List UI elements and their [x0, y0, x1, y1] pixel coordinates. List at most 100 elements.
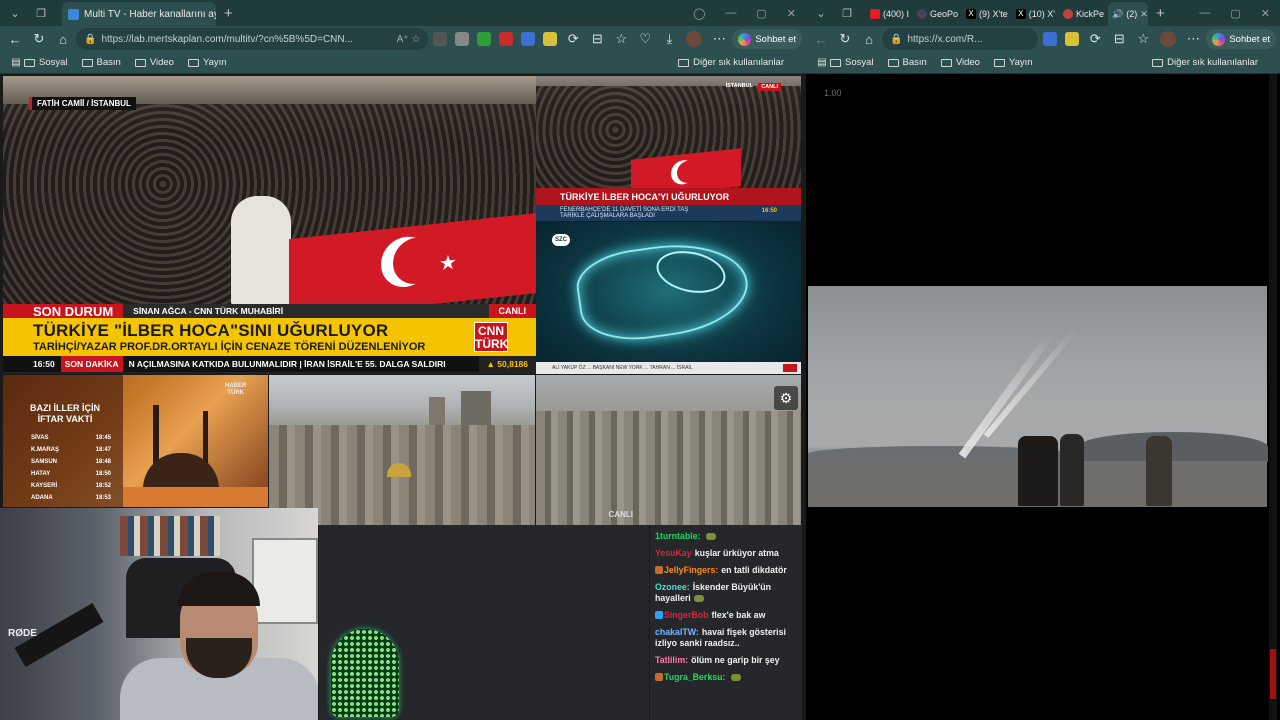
bookmark-folder[interactable]: Video [940, 57, 980, 68]
reading-list-icon[interactable]: ▤ [814, 52, 830, 74]
extension-icon[interactable] [521, 32, 536, 46]
extension-icon[interactable] [1065, 32, 1080, 46]
bookmark-folder[interactable]: Yayın [187, 57, 227, 68]
iftar-time: 18:48 [95, 459, 111, 465]
tab-kick[interactable]: KickPe [1059, 2, 1108, 26]
x-icon: X [966, 9, 977, 19]
chat-username[interactable]: YesuKay [655, 548, 692, 558]
home-button[interactable]: ⌂ [52, 28, 74, 50]
address-bar[interactable]: 🔒 https://x.com/R... [882, 28, 1039, 50]
szc-stream[interactable]: SZC ALİ YAKUP ÖZ ... BAŞKANI NEW YORK ..… [536, 222, 801, 374]
bookmark-label: Yayın [1008, 57, 1033, 68]
chat-username[interactable]: Ozonee: [655, 582, 690, 592]
minimize-button[interactable]: — [1199, 7, 1210, 20]
cnn-turk-stream[interactable]: ★ FATİH CAMİİ / İSTANBUL SON DURUM SİNAN… [3, 76, 536, 374]
favorites-icon[interactable]: ☆ [610, 28, 632, 50]
maximize-button[interactable]: ▢ [756, 7, 766, 20]
tab-x[interactable]: X (10) X' [1012, 2, 1059, 26]
copilot-label: Sohbet et [1229, 33, 1270, 45]
read-aloud-icon[interactable]: A⁺ ☆ [397, 34, 421, 45]
profile-icon[interactable]: ◯ [693, 7, 705, 20]
reading-list-icon[interactable]: ▤ [8, 52, 24, 74]
bookmark-folder[interactable]: Basın [81, 57, 121, 68]
minimize-button[interactable]: — [725, 7, 736, 20]
close-window-button[interactable]: ✕ [787, 7, 796, 20]
chat-text: ölüm ne garip bir şey [691, 655, 780, 665]
bookmark-folder[interactable]: Video [134, 57, 174, 68]
workspaces-icon[interactable]: ❐ [836, 2, 858, 24]
green-gem-jar-overlay [331, 629, 399, 717]
city-cam-stream-2[interactable]: ⚙ CANLI [536, 375, 801, 525]
x-video-page: 1.00 [806, 74, 1280, 720]
haberturk-logo: HABER TÜRK [225, 383, 246, 397]
bookmark-label: Basın [902, 57, 927, 68]
person-silhouette [1060, 434, 1084, 506]
chat-message: Tatlilim: ölüm ne garip bir şey [655, 655, 797, 666]
tab-actions-icon[interactable]: ⌄ [4, 2, 26, 24]
split-screen-icon[interactable]: ⊟ [586, 28, 608, 50]
refresh-button[interactable]: ↻ [28, 28, 50, 50]
iftar-time: 18:53 [95, 495, 111, 501]
chat-username[interactable]: chakalTW: [655, 627, 699, 637]
profile-avatar[interactable] [686, 31, 703, 47]
other-bookmarks[interactable]: Diğer sık kullanılanlar [678, 57, 784, 68]
chat-username[interactable]: SingerBob [664, 610, 708, 620]
extension-icon[interactable] [1043, 32, 1058, 46]
scrollbar-thumb[interactable] [1270, 649, 1276, 699]
bookmark-folder[interactable]: Sosyal [24, 57, 68, 68]
home-button[interactable]: ⌂ [858, 28, 880, 50]
maximize-button[interactable]: ▢ [1230, 7, 1240, 20]
left-browser-window: ⌄ ❐ Multi TV - Haber kanallarını aynı a … [0, 0, 806, 720]
other-bookmarks[interactable]: Diğer sık kullanılanlar [1152, 57, 1258, 68]
tab-active[interactable]: 🔊 (2) ✕ [1108, 2, 1149, 26]
back-button[interactable]: ← [4, 28, 26, 50]
top-right-stream[interactable]: İSTANBUL CANLI TÜRKİYE İLBER HOCA'YI UĞU… [536, 76, 801, 221]
haberturk-stream[interactable]: HABER TÜRK BAZI İLLER İÇİN İFTAR VAKTİ Sİ… [3, 375, 268, 507]
chat-username[interactable]: Tatlilim: [655, 655, 688, 665]
close-window-button[interactable]: ✕ [1261, 7, 1270, 20]
bookmark-folder[interactable]: Basın [887, 57, 927, 68]
refresh-button[interactable]: ↻ [834, 28, 856, 50]
settings-gear-icon[interactable]: ⚙ [774, 386, 798, 410]
right-toolbar: ← ↻ ⌂ 🔒 https://x.com/R... ⟳ ⊟ ☆ ⋯ Sohbe… [806, 26, 1280, 52]
missile-launch-video[interactable] [808, 286, 1268, 507]
profile-avatar[interactable] [1160, 31, 1177, 47]
scrollbar[interactable] [1269, 74, 1277, 720]
workspaces-icon[interactable]: ❐ [30, 2, 52, 24]
extension-icon[interactable] [455, 32, 470, 46]
close-tab-icon[interactable]: ✕ [1137, 9, 1148, 20]
copilot-button[interactable]: Sohbet et [1206, 29, 1276, 49]
new-tab-button[interactable]: + [1156, 5, 1165, 22]
collections-icon[interactable]: ♡ [634, 28, 656, 50]
chat-username[interactable]: 1turntable: [655, 531, 700, 541]
extension-icon[interactable] [543, 32, 558, 46]
chat-username[interactable]: JellyFingers: [664, 565, 718, 575]
extension-icon[interactable] [433, 32, 448, 46]
extensions-icon[interactable]: ⟳ [1084, 28, 1106, 50]
more-menu-icon[interactable]: ⋯ [1182, 28, 1204, 50]
favorites-icon[interactable]: ☆ [1132, 28, 1154, 50]
folder-icon [187, 58, 199, 67]
more-menu-icon[interactable]: ⋯ [708, 28, 730, 50]
new-tab-button[interactable]: + [224, 5, 233, 22]
copilot-button[interactable]: Sohbet et [732, 29, 802, 49]
chat-username[interactable]: Tugra_Berksu: [664, 672, 725, 682]
tab-x[interactable]: X (9) X'te [962, 2, 1012, 26]
extensions-icon[interactable]: ⟳ [562, 28, 584, 50]
back-button[interactable]: ← [810, 28, 832, 50]
holographic-map [572, 234, 754, 348]
bookmark-folder[interactable]: Yayın [993, 57, 1033, 68]
tab-geopol[interactable]: GeoPo [913, 2, 962, 26]
tab-actions-icon[interactable]: ⌄ [810, 2, 832, 24]
city-cam-stream[interactable] [269, 375, 535, 525]
imam-figure [231, 196, 291, 306]
bookmark-folder[interactable]: Sosyal [830, 57, 874, 68]
extension-icon[interactable] [499, 32, 514, 46]
tab-multitv[interactable]: Multi TV - Haber kanallarını aynı a ✕ [62, 2, 216, 26]
reporter-label: SİNAN AĞCA - CNN TÜRK MUHABİRİ [123, 304, 489, 318]
split-screen-icon[interactable]: ⊟ [1108, 28, 1130, 50]
downloads-icon[interactable]: ⤓ [658, 28, 680, 50]
extension-icon[interactable] [477, 32, 492, 46]
address-bar[interactable]: 🔒 https://lab.mertskaplan.com/multitv/?c… [76, 28, 429, 50]
tab-youtube[interactable]: (400) I [866, 2, 913, 26]
